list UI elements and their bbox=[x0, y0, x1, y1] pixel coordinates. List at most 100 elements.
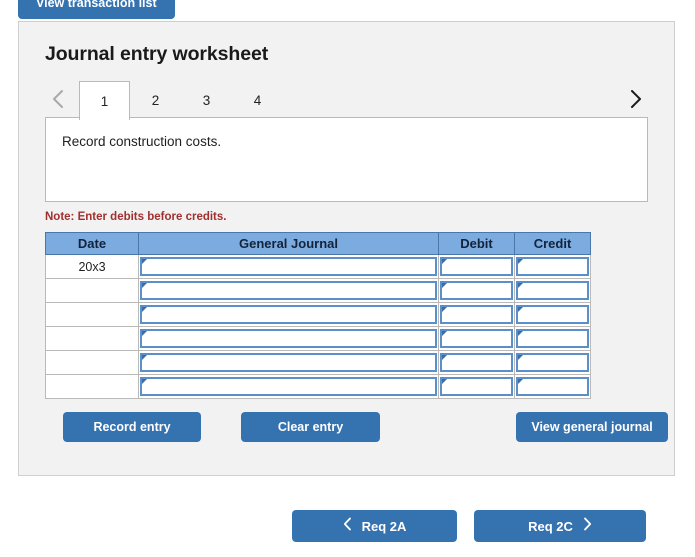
credit-input[interactable] bbox=[516, 281, 589, 300]
debit-cell bbox=[438, 350, 515, 375]
credit-cell bbox=[514, 350, 591, 375]
credit-input[interactable] bbox=[516, 305, 589, 324]
general-journal-account-select[interactable] bbox=[140, 329, 437, 348]
tab-1[interactable]: 1 bbox=[79, 81, 130, 120]
debit-input[interactable] bbox=[440, 281, 513, 300]
table-row bbox=[45, 350, 591, 375]
table-header-row: Date General Journal Debit Credit bbox=[45, 232, 591, 255]
tab-4-label: 4 bbox=[253, 93, 262, 108]
chevron-left-icon bbox=[343, 517, 352, 533]
dropdown-marker-icon bbox=[442, 331, 447, 336]
debit-input[interactable] bbox=[440, 305, 513, 324]
dropdown-marker-icon bbox=[518, 379, 523, 384]
general-journal-account-select[interactable] bbox=[140, 353, 437, 372]
credit-cell bbox=[514, 302, 591, 327]
date-cell[interactable] bbox=[45, 278, 139, 303]
table-row bbox=[45, 326, 591, 351]
debit-cell bbox=[438, 326, 515, 351]
debit-input[interactable] bbox=[440, 353, 513, 372]
date-cell[interactable] bbox=[45, 302, 139, 327]
general-journal-cell bbox=[138, 350, 439, 375]
tab-2[interactable]: 2 bbox=[130, 81, 181, 119]
tab-3[interactable]: 3 bbox=[181, 81, 232, 119]
table-row bbox=[45, 302, 591, 327]
tab-list: 1 2 3 4 bbox=[79, 80, 283, 120]
credit-input[interactable] bbox=[516, 257, 589, 276]
debit-cell bbox=[438, 302, 515, 327]
column-header-date: Date bbox=[45, 232, 139, 255]
date-cell[interactable] bbox=[45, 374, 139, 399]
column-header-debit: Debit bbox=[438, 232, 515, 255]
dropdown-marker-icon bbox=[442, 283, 447, 288]
credit-cell bbox=[514, 326, 591, 351]
worksheet-tab-bar: 1 2 3 4 bbox=[19, 80, 674, 120]
table-row bbox=[45, 374, 591, 399]
tab-3-label: 3 bbox=[202, 93, 211, 108]
general-journal-account-select[interactable] bbox=[140, 257, 437, 276]
general-journal-cell bbox=[138, 278, 439, 303]
req-next-button[interactable]: Req 2C bbox=[474, 510, 646, 542]
req-prev-label: Req 2A bbox=[361, 518, 407, 534]
dropdown-marker-icon bbox=[518, 355, 523, 360]
debit-cell bbox=[438, 278, 515, 303]
dropdown-marker-icon bbox=[518, 331, 523, 336]
column-header-general-journal: General Journal bbox=[138, 232, 439, 255]
page-title: Journal entry worksheet bbox=[45, 43, 269, 65]
date-cell[interactable]: 20x3 bbox=[45, 254, 139, 279]
dropdown-marker-icon bbox=[518, 283, 523, 288]
credit-input[interactable] bbox=[516, 353, 589, 372]
chevron-right-icon[interactable] bbox=[622, 80, 648, 118]
dropdown-marker-icon bbox=[142, 259, 147, 264]
debit-cell bbox=[438, 254, 515, 279]
tab-2-label: 2 bbox=[151, 93, 160, 108]
table-row: 20x3 bbox=[45, 254, 591, 279]
top-toolbar: View transaction list bbox=[18, 0, 175, 19]
dropdown-marker-icon bbox=[518, 307, 523, 312]
date-cell[interactable] bbox=[45, 326, 139, 351]
record-entry-button[interactable]: Record entry bbox=[63, 412, 201, 442]
debit-input[interactable] bbox=[440, 329, 513, 348]
tab-1-label: 1 bbox=[100, 93, 109, 109]
general-journal-account-select[interactable] bbox=[140, 281, 437, 300]
view-transaction-list-button[interactable]: View transaction list bbox=[18, 0, 175, 19]
general-journal-account-select[interactable] bbox=[140, 305, 437, 324]
credit-input[interactable] bbox=[516, 377, 589, 396]
debit-input[interactable] bbox=[440, 257, 513, 276]
general-journal-cell bbox=[138, 254, 439, 279]
dropdown-marker-icon bbox=[142, 379, 147, 384]
table-row bbox=[45, 278, 591, 303]
credit-input[interactable] bbox=[516, 329, 589, 348]
tab-4[interactable]: 4 bbox=[232, 81, 283, 119]
requirement-navigation: Req 2A Req 2C bbox=[0, 510, 695, 542]
dropdown-marker-icon bbox=[142, 331, 147, 336]
credit-cell bbox=[514, 254, 591, 279]
transaction-description-text: Record construction costs. bbox=[62, 134, 222, 149]
dropdown-marker-icon bbox=[442, 259, 447, 264]
dropdown-marker-icon bbox=[142, 355, 147, 360]
general-journal-cell bbox=[138, 326, 439, 351]
debits-before-credits-note: Note: Enter debits before credits. bbox=[45, 211, 227, 223]
date-cell[interactable] bbox=[45, 350, 139, 375]
dropdown-marker-icon bbox=[518, 259, 523, 264]
column-header-credit: Credit bbox=[514, 232, 591, 255]
journal-entry-table: Date General Journal Debit Credit 20x3 bbox=[45, 232, 591, 399]
general-journal-cell bbox=[138, 302, 439, 327]
clear-entry-button[interactable]: Clear entry bbox=[241, 412, 380, 442]
credit-cell bbox=[514, 374, 591, 399]
worksheet-action-bar: Record entry Clear entry View general jo… bbox=[19, 412, 674, 442]
general-journal-cell bbox=[138, 374, 439, 399]
chevron-left-icon[interactable] bbox=[45, 80, 71, 118]
general-journal-account-select[interactable] bbox=[140, 377, 437, 396]
chevron-right-icon bbox=[583, 517, 592, 533]
credit-cell bbox=[514, 278, 591, 303]
dropdown-marker-icon bbox=[142, 307, 147, 312]
dropdown-marker-icon bbox=[442, 307, 447, 312]
transaction-description-box: Record construction costs. bbox=[45, 117, 648, 202]
journal-entry-worksheet-panel: Journal entry worksheet 1 2 3 4 Record c… bbox=[18, 21, 675, 476]
dropdown-marker-icon bbox=[442, 379, 447, 384]
req-prev-button[interactable]: Req 2A bbox=[292, 510, 457, 542]
debit-cell bbox=[438, 374, 515, 399]
view-general-journal-button[interactable]: View general journal bbox=[516, 412, 668, 442]
req-next-label: Req 2C bbox=[528, 518, 573, 534]
debit-input[interactable] bbox=[440, 377, 513, 396]
